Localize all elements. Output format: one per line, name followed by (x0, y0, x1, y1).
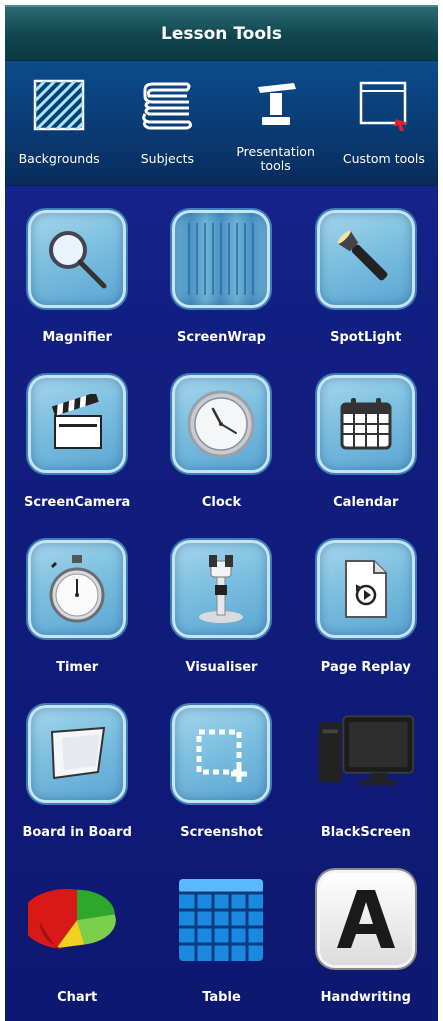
clock-icon (172, 375, 271, 473)
pie-chart-icon (28, 870, 126, 968)
handwriting-tool[interactable]: Handwriting (294, 870, 438, 1021)
presentation-tools-label: Presentation tools (236, 144, 315, 173)
screenwrap-label: ScreenWrap (177, 330, 266, 345)
table-tool[interactable]: Table (149, 870, 293, 1021)
magnifier-icon (28, 210, 127, 308)
calendar-tool[interactable]: Calendar (294, 375, 438, 540)
monitor-icon (317, 705, 415, 803)
window-icon (349, 69, 419, 141)
timer-label: Timer (56, 660, 99, 675)
visualiser-tool[interactable]: Visualiser (149, 540, 293, 705)
curtain-icon (172, 210, 271, 308)
panel-title: Lesson Tools (5, 5, 438, 61)
board-in-board-tool[interactable]: Board in Board (5, 705, 149, 870)
backgrounds-label: Backgrounds (18, 151, 100, 166)
screenwrap-tool[interactable]: ScreenWrap (149, 210, 293, 375)
clock-tool[interactable]: Clock (149, 375, 293, 540)
presentation-tools-button[interactable]: Presentation tools (222, 61, 330, 185)
subjects-label: Subjects (140, 151, 194, 166)
flashlight-icon (316, 210, 415, 308)
microscope-icon (172, 540, 271, 638)
custom-tools-label: Custom tools (342, 151, 425, 166)
chart-tool[interactable]: Chart (5, 870, 149, 1021)
handwriting-label: Handwriting (320, 990, 411, 1005)
board-icon (28, 705, 127, 803)
page-replay-label: Page Replay (320, 660, 411, 675)
board-in-board-label: Board in Board (22, 825, 132, 840)
page-replay-tool[interactable]: Page Replay (294, 540, 438, 705)
screencamera-tool[interactable]: ScreenCamera (5, 375, 149, 540)
subjects-button[interactable]: Subjects (113, 61, 221, 185)
table-label: Table (202, 990, 241, 1005)
letter-a-icon (316, 870, 415, 968)
top-toolbar: Backgrounds Subjects Presentation tools … (5, 61, 438, 186)
calendar-label: Calendar (333, 495, 399, 510)
spotlight-tool[interactable]: SpotLight (294, 210, 438, 375)
spotlight-label: SpotLight (330, 330, 402, 345)
timer-tool[interactable]: Timer (5, 540, 149, 705)
books-icon (132, 69, 202, 141)
podium-icon (241, 69, 311, 141)
screencamera-label: ScreenCamera (24, 495, 131, 510)
page-replay-icon (316, 540, 415, 638)
tools-grid: Magnifier ScreenWrap SpotLight ScreenCam… (5, 186, 438, 1021)
blackscreen-tool[interactable]: BlackScreen (294, 705, 438, 870)
clock-label: Clock (201, 495, 242, 510)
backgrounds-button[interactable]: Backgrounds (5, 61, 113, 185)
blackscreen-label: BlackScreen (320, 825, 411, 840)
magnifier-label: Magnifier (42, 330, 112, 345)
visualiser-label: Visualiser (185, 660, 258, 675)
stopwatch-icon (28, 540, 127, 638)
chart-label: Chart (57, 990, 98, 1005)
calendar-icon (316, 375, 415, 473)
clapperboard-icon (28, 375, 127, 473)
screenshot-icon (172, 705, 271, 803)
custom-tools-button[interactable]: Custom tools (330, 61, 438, 185)
magnifier-tool[interactable]: Magnifier (5, 210, 149, 375)
hatched-square-icon (24, 69, 94, 141)
lesson-tools-panel: Lesson Tools Backgrounds Subjects Presen… (5, 5, 438, 1021)
table-icon (172, 870, 270, 968)
screenshot-label: Screenshot (180, 825, 263, 840)
screenshot-tool[interactable]: Screenshot (149, 705, 293, 870)
